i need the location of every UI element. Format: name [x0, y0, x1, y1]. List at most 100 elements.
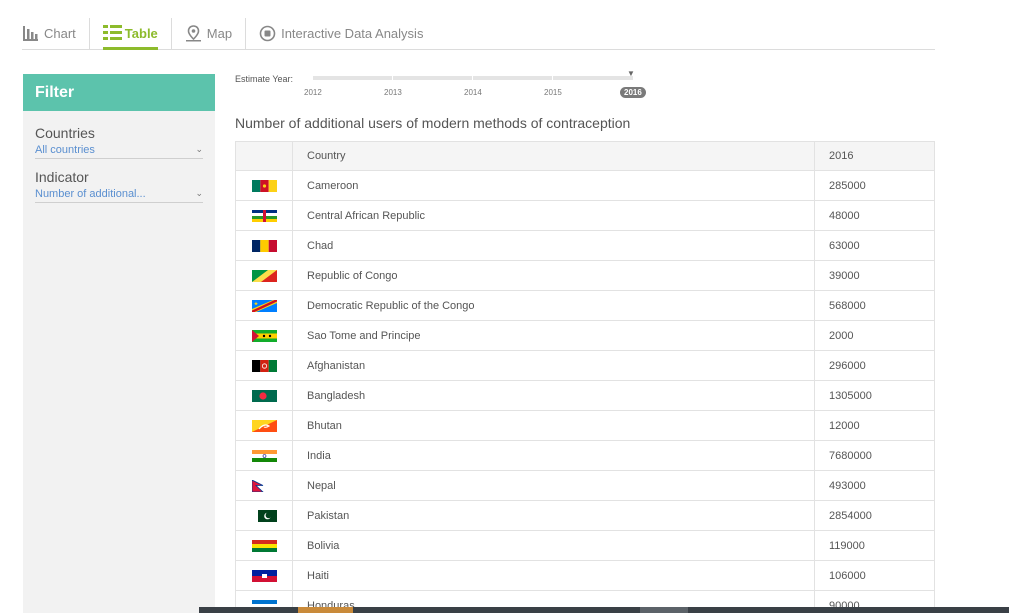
flag-column-header — [235, 141, 293, 171]
value-cell: 1305000 — [814, 380, 935, 411]
table-row: India 7680000 — [235, 440, 935, 471]
table-row: Central African Republic 48000 — [235, 200, 935, 231]
value-cell: 106000 — [814, 560, 935, 591]
bhutan-flag-icon — [252, 419, 277, 432]
country-cell: Pakistan — [292, 500, 815, 531]
central-african-republic-flag-icon — [252, 209, 277, 222]
bangladesh-flag-icon — [252, 389, 277, 402]
year-tick-2012[interactable]: 2012 — [304, 88, 322, 97]
year-tick-2013[interactable]: 2013 — [384, 88, 402, 97]
country-cell: Bolivia — [292, 530, 815, 561]
indicator-select[interactable]: Number of additional... ⌄ — [35, 188, 203, 203]
value-cell: 568000 — [814, 290, 935, 321]
flag-cell — [235, 560, 293, 591]
horizontal-scrollbar[interactable] — [199, 607, 1009, 613]
pakistan-flag-icon — [252, 509, 277, 522]
flag-cell — [235, 350, 293, 381]
flag-cell — [235, 230, 293, 261]
year-tick-2014[interactable]: 2014 — [464, 88, 482, 97]
table-row: Afghanistan 296000 — [235, 350, 935, 381]
year-tick-2015[interactable]: 2015 — [544, 88, 562, 97]
table-row: Nepal 493000 — [235, 470, 935, 501]
cameroon-flag-icon — [252, 179, 277, 192]
value-cell: 48000 — [814, 200, 935, 231]
country-cell: Bangladesh — [292, 380, 815, 411]
value-cell: 493000 — [814, 470, 935, 501]
table-row: Bolivia 119000 — [235, 530, 935, 561]
year-tick-2016-selected[interactable]: 2016 — [620, 87, 646, 98]
estimate-year-label: Estimate Year: — [235, 74, 294, 84]
flag-cell — [235, 200, 293, 231]
haiti-flag-icon — [252, 569, 277, 582]
table-row: Democratic Republic of the Congo 568000 — [235, 290, 935, 321]
table-row: Bangladesh 1305000 — [235, 380, 935, 411]
flag-cell — [235, 170, 293, 201]
bar-chart-icon — [22, 25, 39, 42]
table-title: Number of additional users of modern met… — [235, 115, 631, 131]
country-cell: Afghanistan — [292, 350, 815, 381]
country-cell: Nepal — [292, 470, 815, 501]
countries-select-value: All countries — [35, 144, 95, 156]
table-row: Chad 63000 — [235, 230, 935, 261]
countries-label: Countries — [35, 125, 95, 141]
country-cell: Democratic Republic of the Congo — [292, 290, 815, 321]
table-row: Bhutan 12000 — [235, 410, 935, 441]
table-row: Cameroon 285000 — [235, 170, 935, 201]
scrollbar-thumb[interactable] — [640, 607, 688, 613]
table-row: Republic of Congo 39000 — [235, 260, 935, 291]
tab-map[interactable]: Map — [170, 18, 245, 49]
country-cell: Haiti — [292, 560, 815, 591]
flag-cell — [235, 320, 293, 351]
chad-flag-icon — [252, 239, 277, 252]
tab-chart-label: Chart — [44, 26, 76, 41]
flag-cell — [235, 380, 293, 411]
year-column-header[interactable]: 2016 — [814, 141, 935, 171]
bolivia-flag-icon — [252, 539, 277, 552]
value-cell: 7680000 — [814, 440, 935, 471]
country-cell: India — [292, 440, 815, 471]
congo-flag-icon — [252, 269, 277, 282]
countries-select[interactable]: All countries ⌄ — [35, 144, 203, 159]
country-column-header[interactable]: Country — [292, 141, 815, 171]
flag-cell — [235, 410, 293, 441]
country-cell: Cameroon — [292, 170, 815, 201]
table-row: Pakistan 2854000 — [235, 500, 935, 531]
afghanistan-flag-icon — [252, 359, 277, 372]
slider-divider — [472, 76, 473, 80]
table-row: Haiti 106000 — [235, 560, 935, 591]
value-cell: 63000 — [814, 230, 935, 261]
slider-divider — [552, 76, 553, 80]
value-cell: 119000 — [814, 530, 935, 561]
indicator-filter: Indicator Number of additional... ⌄ — [35, 169, 203, 203]
slider-divider — [392, 76, 393, 80]
country-cell: Central African Republic — [292, 200, 815, 231]
map-pin-icon — [185, 25, 202, 42]
indicator-select-value: Number of additional... — [35, 188, 146, 200]
sao-tome-flag-icon — [252, 329, 277, 342]
tab-interactive-data-analysis[interactable]: Interactive Data Analysis — [245, 18, 436, 49]
view-tabs: Chart Table Map Interactive Data Analysi… — [22, 18, 935, 50]
drc-flag-icon — [252, 299, 277, 312]
nepal-flag-icon — [252, 479, 277, 492]
flag-cell — [235, 260, 293, 291]
flag-cell — [235, 500, 293, 531]
slider-handle-icon[interactable]: ▼ — [627, 69, 635, 78]
value-cell: 296000 — [814, 350, 935, 381]
value-cell: 12000 — [814, 410, 935, 441]
year-slider-track[interactable] — [313, 76, 633, 80]
flag-cell — [235, 530, 293, 561]
tab-chart[interactable]: Chart — [22, 18, 89, 49]
country-cell: Republic of Congo — [292, 260, 815, 291]
value-cell: 39000 — [814, 260, 935, 291]
india-flag-icon — [252, 449, 277, 462]
tab-table-label: Table — [124, 26, 158, 41]
tab-table[interactable]: Table — [88, 18, 171, 50]
data-table: Country 2016 Cameroon 285000 Central Afric… — [235, 141, 935, 613]
chevron-down-icon: ⌄ — [195, 144, 203, 154]
chevron-down-icon: ⌄ — [195, 188, 203, 198]
value-cell: 2000 — [814, 320, 935, 351]
country-cell: Sao Tome and Principe — [292, 320, 815, 351]
flag-cell — [235, 470, 293, 501]
stop-circle-icon — [259, 25, 276, 42]
table-header-row: Country 2016 — [235, 141, 935, 171]
